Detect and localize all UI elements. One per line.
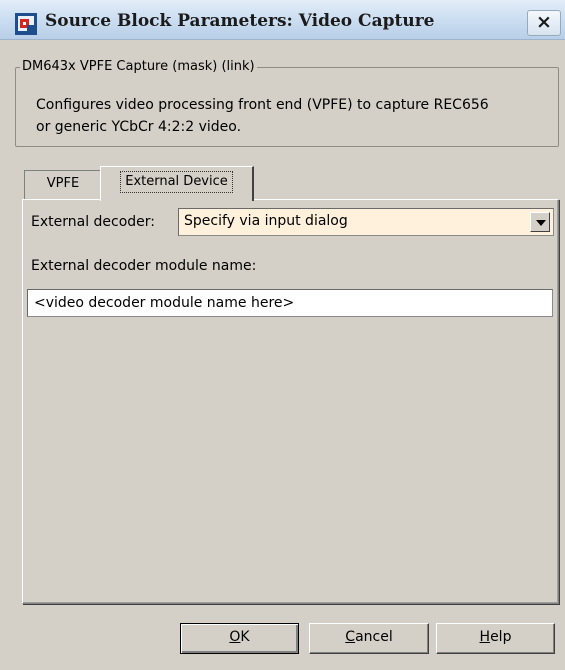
external-decoder-dropdown[interactable]: Specify via input dialog: [178, 208, 554, 236]
external-decoder-label: External decoder:: [31, 214, 156, 230]
simulink-app-icon: [15, 13, 37, 35]
mask-description: Configures video processing front end (V…: [36, 94, 551, 138]
cancel-mnemonic: C: [345, 629, 356, 645]
mask-description-line-2: or generic YCbCr 4:2:2 video.: [36, 119, 242, 135]
chevron-down-icon[interactable]: [530, 212, 550, 232]
help-label-rest: elp: [490, 629, 512, 645]
tab-vpfe[interactable]: VPFE: [24, 170, 102, 199]
help-mnemonic: H: [479, 629, 491, 645]
cancel-label-rest: ancel: [355, 629, 393, 645]
decoder-module-name-label: External decoder module name:: [31, 258, 257, 274]
close-icon: ×: [536, 11, 552, 33]
ok-button[interactable]: OK: [180, 623, 299, 654]
tab-external-device[interactable]: External Device: [100, 166, 254, 201]
decoder-module-name-value: <video decoder module name here>: [34, 295, 295, 311]
title-bar[interactable]: Source Block Parameters: Video Capture ×: [0, 0, 565, 40]
tab-external-device-label: External Device: [120, 171, 233, 193]
mask-description-line-1: Configures video processing front end (V…: [36, 97, 489, 113]
window-title: Source Block Parameters: Video Capture: [45, 11, 435, 31]
ok-mnemonic: O: [229, 629, 241, 645]
help-button[interactable]: Help: [436, 623, 555, 654]
decoder-module-name-input[interactable]: <video decoder module name here>: [27, 289, 553, 317]
external-decoder-value: Specify via input dialog: [184, 213, 348, 229]
close-button[interactable]: ×: [527, 10, 561, 36]
dialog-window: Source Block Parameters: Video Capture ×…: [0, 0, 565, 670]
cancel-button[interactable]: Cancel: [309, 623, 429, 654]
ok-label-rest: K: [240, 629, 250, 645]
tab-vpfe-label: VPFE: [46, 176, 80, 191]
mask-title: DM643x VPFE Capture (mask) (link): [20, 59, 257, 74]
